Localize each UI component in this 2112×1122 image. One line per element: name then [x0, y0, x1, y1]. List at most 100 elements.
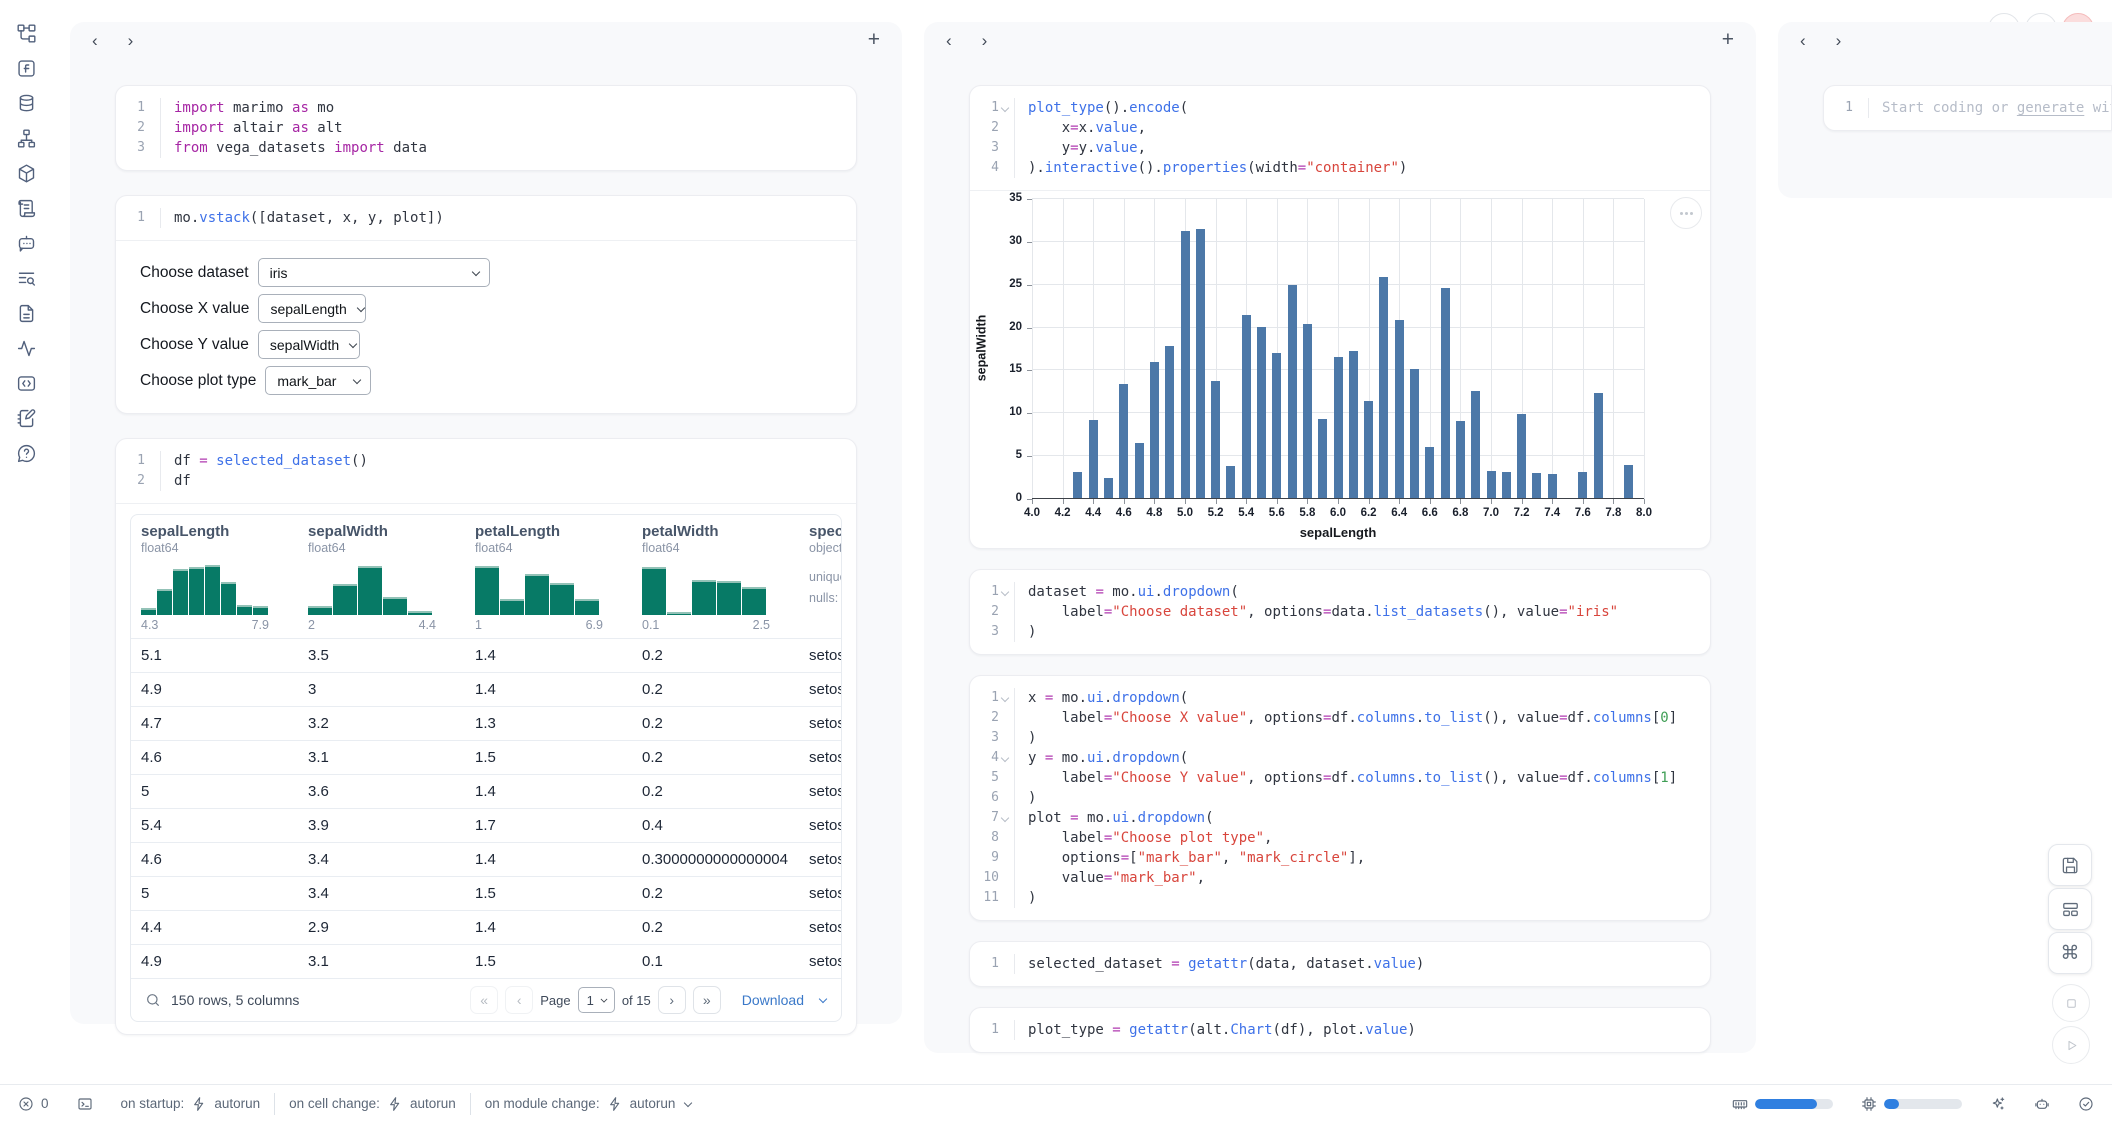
next-page-button[interactable]: › [658, 986, 686, 1014]
code-editor[interactable]: 1plot_type().encode(2 x=x.value,3 y=y.va… [970, 86, 1710, 190]
ai-agent-button[interactable] [2020, 1096, 2064, 1112]
fold-chevron-icon[interactable] [145, 104, 156, 113]
snippets-icon[interactable] [14, 372, 38, 394]
table-column-header[interactable]: sepalWidthfloat6424.4 [298, 523, 465, 638]
cpu-usage [1847, 1096, 1976, 1112]
code-editor[interactable]: 1 Start coding or generate with [1824, 86, 2111, 130]
altair-chart-output[interactable]: sepalWidth 4.04.24.44.64.85.05.25.45.65.… [970, 191, 1710, 548]
fold-chevron-icon[interactable] [999, 754, 1010, 763]
fold-chevron-icon[interactable] [999, 894, 1010, 903]
fold-chevron-icon[interactable] [999, 960, 1010, 969]
connection-status-button[interactable] [2064, 1096, 2094, 1112]
code-editor[interactable]: 1plot_type = getattr(alt.Chart(df), plot… [970, 1008, 1710, 1052]
code-editor[interactable]: 1dataset = mo.ui.dropdown(2 label="Choos… [970, 570, 1710, 654]
file-explorer-icon[interactable] [14, 22, 38, 44]
code-editor[interactable]: 1selected_dataset = getattr(data, datase… [970, 942, 1710, 986]
add-cell-button[interactable]: + [1722, 28, 1734, 52]
chart-menu-button[interactable] [1670, 197, 1702, 229]
bar-mark [1517, 414, 1526, 498]
fold-chevron-icon[interactable] [999, 714, 1010, 723]
table-column-header[interactable]: speciesobjectunique:nulls: [799, 523, 842, 638]
table-column-header[interactable]: petalWidthfloat640.12.5 [632, 523, 799, 638]
fold-chevron-icon[interactable] [145, 477, 156, 486]
xy-plot-dropdown-cell: 1x = mo.ui.dropdown(2 label="Choose X va… [969, 675, 1711, 921]
fold-chevron-icon[interactable] [999, 628, 1010, 637]
page-total: of 15 [622, 993, 651, 1008]
fold-chevron-icon[interactable] [999, 144, 1010, 153]
column-next-button[interactable]: › [982, 32, 988, 49]
terminal-button[interactable] [63, 1096, 107, 1112]
column-next-button[interactable]: › [128, 32, 134, 49]
outline-search-icon[interactable] [14, 267, 38, 289]
scratchpad-icon[interactable] [14, 407, 38, 429]
page-select[interactable]: 1 [578, 987, 615, 1013]
table-footer: 150 rows, 5 columns « ‹ Page 1 of 15 › »… [131, 978, 841, 1021]
plot-type-select[interactable]: mark_bar [265, 366, 371, 395]
search-icon[interactable] [145, 992, 161, 1008]
prev-page-button[interactable]: ‹ [505, 986, 533, 1014]
column-next-button[interactable]: › [1836, 32, 1842, 49]
code-editor[interactable]: 1x = mo.ui.dropdown(2 label="Choose X va… [970, 676, 1710, 920]
fold-chevron-icon[interactable] [999, 104, 1010, 113]
lightning-icon [607, 1096, 623, 1112]
ai-assist-button[interactable] [1976, 1096, 2020, 1112]
packages-icon[interactable] [14, 162, 38, 184]
ram-meter [1755, 1099, 1833, 1109]
fold-chevron-icon[interactable] [999, 1026, 1010, 1035]
datasources-icon[interactable] [14, 92, 38, 114]
run-button[interactable] [2052, 1026, 2090, 1064]
lightning-icon [191, 1096, 207, 1112]
code-editor[interactable]: 1import marimo as mo2import altair as al… [116, 86, 856, 170]
variables-icon[interactable] [14, 57, 38, 79]
column-prev-button[interactable]: ‹ [946, 32, 952, 49]
on-module-change-mode[interactable]: on module change: autorun [471, 1096, 708, 1112]
code-editor[interactable]: 1mo.vstack([dataset, x, y, plot]) [116, 196, 856, 240]
fold-chevron-icon[interactable] [999, 774, 1010, 783]
fold-chevron-icon[interactable] [999, 814, 1010, 823]
errors-indicator[interactable]: 0 [18, 1096, 63, 1112]
first-page-button[interactable]: « [470, 986, 498, 1014]
table-column-header[interactable]: sepalLengthfloat644.37.9 [131, 523, 298, 638]
ai-chat-icon[interactable] [14, 232, 38, 254]
fold-chevron-icon[interactable] [145, 214, 156, 223]
y-select[interactable]: sepalWidth [258, 330, 360, 359]
fold-chevron-icon[interactable] [999, 734, 1010, 743]
code-editor[interactable]: 1df = selected_dataset()2df [116, 439, 856, 503]
fold-chevron-icon[interactable] [145, 457, 156, 466]
fold-chevron-icon[interactable] [999, 608, 1010, 617]
logs-icon[interactable] [14, 197, 38, 219]
dependencies-icon[interactable] [14, 127, 38, 149]
fold-chevron-icon[interactable] [145, 144, 156, 153]
on-cell-change-mode[interactable]: on cell change: autorun [275, 1096, 470, 1112]
plot-type-cell: 1plot_type = getattr(alt.Chart(df), plot… [969, 1007, 1711, 1053]
x-select[interactable]: sepalLength [258, 294, 366, 323]
fold-chevron-icon[interactable] [999, 588, 1010, 597]
add-cell-button[interactable]: + [868, 28, 880, 52]
fold-chevron-icon[interactable] [145, 124, 156, 133]
documentation-icon[interactable] [14, 302, 38, 324]
layout-button[interactable] [2048, 888, 2092, 930]
fold-chevron-icon[interactable] [999, 834, 1010, 843]
on-startup-mode[interactable]: on startup: autorun [107, 1096, 275, 1112]
fold-chevron-icon[interactable] [999, 164, 1010, 173]
save-button[interactable] [2048, 844, 2092, 886]
sparkles-icon [1990, 1096, 2006, 1112]
fold-chevron-icon[interactable] [999, 874, 1010, 883]
last-page-button[interactable]: » [693, 986, 721, 1014]
help-icon[interactable] [14, 442, 38, 464]
plot-area[interactable]: 4.04.24.44.64.85.05.25.45.65.86.06.26.46… [1032, 199, 1644, 499]
table-column-header[interactable]: petalLengthfloat6416.9 [465, 523, 632, 638]
fold-chevron-icon[interactable] [999, 794, 1010, 803]
dataset-select[interactable]: iris [258, 258, 490, 287]
download-button[interactable]: Download [742, 992, 827, 1008]
stop-button[interactable] [2052, 984, 2090, 1022]
fold-chevron-icon[interactable] [999, 854, 1010, 863]
keyboard-shortcuts-button[interactable]: ⌘ [2048, 932, 2092, 974]
x-tick-label: 7.6 [1566, 507, 1600, 519]
fold-chevron-icon[interactable] [999, 124, 1010, 133]
fold-chevron-icon[interactable] [999, 694, 1010, 703]
generate-link[interactable]: generate [2017, 100, 2084, 116]
column-prev-button[interactable]: ‹ [92, 32, 98, 49]
column-prev-button[interactable]: ‹ [1800, 32, 1806, 49]
tracing-icon[interactable] [14, 337, 38, 359]
